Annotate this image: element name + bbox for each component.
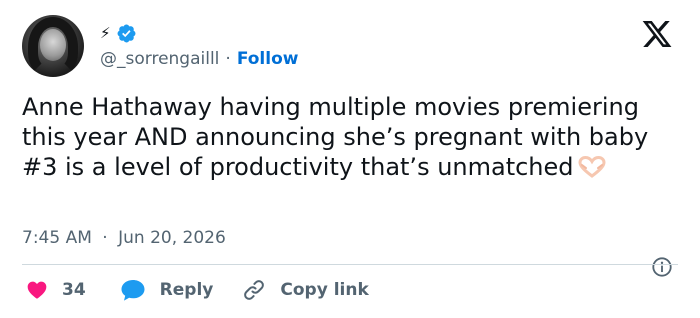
meta-separator: · (102, 228, 108, 248)
display-name-row[interactable]: ⚡ (100, 22, 137, 44)
info-icon[interactable] (651, 256, 673, 278)
copy-link-button[interactable]: Copy link (242, 278, 369, 302)
verified-badge-icon (117, 24, 136, 42)
handle-separator: · (225, 49, 231, 69)
copy-link-label: Copy link (280, 280, 369, 300)
tweet-text: Anne Hathaway having multiple movies pre… (22, 92, 682, 182)
action-bar: 34 Reply Copy link (22, 277, 369, 303)
lightning-bolt-icon: ⚡ (100, 23, 111, 42)
heart-hands-emoji (578, 156, 606, 178)
tweet-time[interactable]: 7:45 AM (22, 228, 92, 248)
reply-button[interactable]: Reply (120, 278, 214, 302)
follow-button[interactable]: Follow (237, 49, 299, 69)
user-handle[interactable]: @_sorrengailll (100, 49, 219, 69)
tweet-body: Anne Hathaway having multiple movies pre… (22, 93, 649, 181)
tweet-date[interactable]: Jun 20, 2026 (118, 228, 226, 248)
divider (22, 264, 678, 265)
tweet-meta[interactable]: 7:45 AM · Jun 20, 2026 (22, 228, 226, 248)
reply-bubble-icon (121, 280, 145, 301)
x-logo-icon[interactable] (640, 18, 674, 50)
avatar-face (40, 29, 66, 61)
like-count: 34 (62, 280, 86, 300)
heart-icon (27, 281, 47, 299)
handle-row: @_sorrengailll · Follow (100, 48, 298, 70)
link-icon (244, 280, 265, 300)
reply-label: Reply (159, 280, 214, 300)
avatar[interactable] (22, 15, 84, 77)
like-button[interactable]: 34 (26, 279, 86, 301)
